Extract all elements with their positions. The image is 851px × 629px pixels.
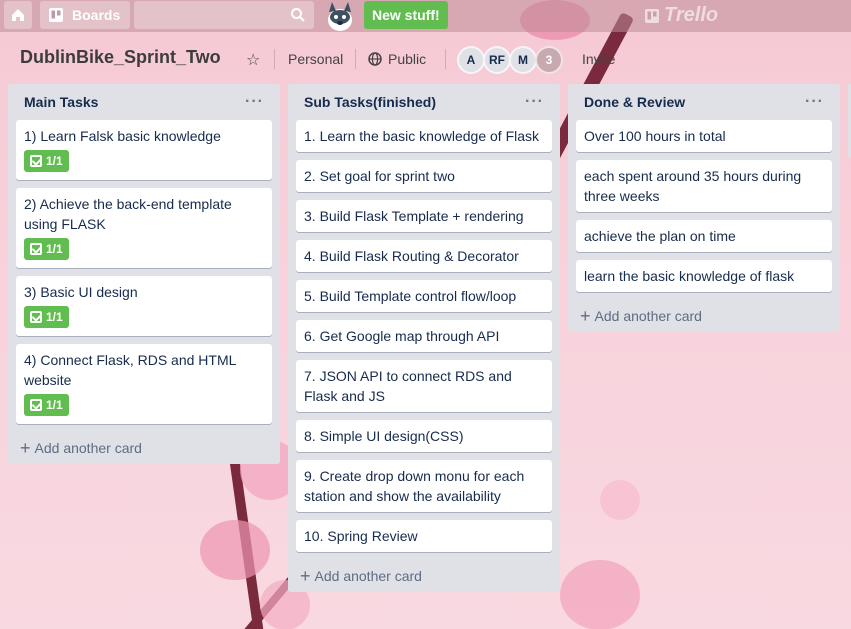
member-avatar[interactable]: RF (483, 46, 511, 74)
card-title: achieve the plan on time (584, 228, 736, 244)
card-title: 1) Learn Falsk basic knowledge (24, 128, 221, 144)
list-main-tasks: Main Tasks ··· 1) Learn Falsk basic know… (8, 84, 280, 464)
checklist-count: 1/1 (46, 154, 63, 168)
boards-button[interactable]: Boards (40, 1, 130, 29)
list-title[interactable]: Main Tasks (24, 94, 98, 110)
checklist-count: 1/1 (46, 242, 63, 256)
more-options-icon[interactable]: ··· (805, 93, 824, 111)
plus-icon: + (580, 306, 591, 326)
member-avatar[interactable]: A (457, 46, 485, 74)
trello-icon (645, 8, 659, 23)
checklist-icon (30, 399, 42, 411)
home-button[interactable] (4, 1, 32, 29)
checklist-count: 1/1 (46, 310, 63, 324)
search-input[interactable] (134, 1, 314, 29)
globe-icon (368, 52, 382, 66)
card-title: each spent around 35 hours during three … (584, 168, 802, 204)
card[interactable]: 2. Set goal for sprint two (296, 160, 552, 192)
boards-label: Boards (72, 7, 121, 23)
card-title: 1. Learn the basic knowledge of Flask (304, 128, 540, 144)
card-title: 10. Spring Review (304, 528, 418, 544)
plus-icon: + (20, 438, 31, 458)
card[interactable]: 2) Achieve the back-end template using F… (16, 188, 272, 268)
plus-icon: + (300, 566, 311, 586)
card[interactable]: 6. Get Google map through API (296, 320, 552, 352)
member-avatar[interactable]: M (509, 46, 537, 74)
home-icon (12, 9, 24, 21)
card[interactable]: 8. Simple UI design(CSS) (296, 420, 552, 452)
list-header: Done & Review ··· (576, 84, 832, 120)
card[interactable]: 10. Spring Review (296, 520, 552, 552)
card-title: 9. Create drop down monu for each statio… (304, 468, 525, 504)
list-sub-tasks: Sub Tasks(finished) ··· 1. Learn the bas… (288, 84, 560, 592)
card[interactable]: Over 100 hours in total (576, 120, 832, 152)
card[interactable]: 9. Create drop down monu for each statio… (296, 460, 552, 512)
board-header: DublinBike_Sprint_Two ☆ Personal Public … (0, 40, 851, 80)
visibility-button[interactable]: Public (368, 51, 426, 67)
card-title: 2) Achieve the back-end template using F… (24, 196, 232, 232)
new-stuff-button[interactable]: New stuff! (364, 1, 448, 29)
top-navigation-bar: Boards New stuff! Trello (0, 0, 851, 32)
add-card-button[interactable]: + Add another card (576, 300, 832, 332)
star-icon[interactable]: ☆ (246, 50, 260, 70)
checklist-icon (30, 243, 42, 255)
list-done-review: Done & Review ··· Over 100 hours in tota… (568, 84, 840, 332)
card-title: 6. Get Google map through API (304, 328, 500, 344)
boards-icon (49, 8, 63, 22)
card-title: 4) Connect Flask, RDS and HTML website (24, 352, 236, 388)
card[interactable]: 1) Learn Falsk basic knowledge 1/1 (16, 120, 272, 180)
add-card-label: Add another card (34, 440, 142, 456)
card[interactable]: 3. Build Flask Template + rendering (296, 200, 552, 232)
list-title[interactable]: Done & Review (584, 94, 685, 110)
list-header: Sub Tasks(finished) ··· (296, 84, 552, 120)
invite-button[interactable]: Invite (582, 51, 615, 67)
add-card-label: Add another card (314, 568, 422, 584)
checklist-badge: 1/1 (24, 150, 69, 172)
taco-mascot-icon (328, 2, 352, 31)
card[interactable]: each spent around 35 hours during three … (576, 160, 832, 212)
checklist-badge: 1/1 (24, 306, 69, 328)
card-title: Over 100 hours in total (584, 128, 726, 144)
search-icon (291, 8, 305, 22)
checklist-icon (30, 311, 42, 323)
card[interactable]: learn the basic knowledge of flask (576, 260, 832, 292)
checklist-icon (30, 155, 42, 167)
card[interactable]: 4) Connect Flask, RDS and HTML website 1… (16, 344, 272, 424)
more-options-icon[interactable]: ··· (525, 93, 544, 111)
card-title: 5. Build Template control flow/loop (304, 288, 517, 304)
card-title: 3) Basic UI design (24, 284, 138, 300)
checklist-badge: 1/1 (24, 394, 69, 416)
card[interactable]: achieve the plan on time (576, 220, 832, 252)
card-title: 2. Set goal for sprint two (304, 168, 455, 184)
card[interactable]: 7. JSON API to connect RDS and Flask and… (296, 360, 552, 412)
team-visibility-button[interactable]: Personal (288, 51, 343, 67)
add-card-label: Add another card (594, 308, 702, 324)
card-title: 3. Build Flask Template + rendering (304, 208, 524, 224)
divider (355, 49, 356, 69)
member-count-badge[interactable]: 3 (535, 46, 563, 74)
visibility-label: Public (388, 51, 427, 67)
more-options-icon[interactable]: ··· (245, 93, 264, 111)
card-title: 7. JSON API to connect RDS and Flask and… (304, 368, 512, 404)
checklist-count: 1/1 (46, 398, 63, 412)
card-title: 4. Build Flask Routing & Decorator (304, 248, 519, 264)
divider (445, 49, 446, 69)
card[interactable]: 1. Learn the basic knowledge of Flask (296, 120, 552, 152)
divider (274, 49, 275, 69)
list-title[interactable]: Sub Tasks(finished) (304, 94, 436, 110)
add-card-button[interactable]: + Add another card (296, 560, 552, 592)
card[interactable]: 5. Build Template control flow/loop (296, 280, 552, 312)
trello-logo[interactable]: Trello (644, 4, 718, 27)
trello-logo-text: Trello (664, 4, 719, 26)
checklist-badge: 1/1 (24, 238, 69, 260)
add-card-button[interactable]: + Add another card (16, 432, 272, 464)
card[interactable]: 3) Basic UI design 1/1 (16, 276, 272, 336)
list-header: Main Tasks ··· (16, 84, 272, 120)
card-title: learn the basic knowledge of flask (584, 268, 795, 284)
card-title: 8. Simple UI design(CSS) (304, 428, 464, 444)
board-title[interactable]: DublinBike_Sprint_Two (20, 47, 221, 68)
card[interactable]: 4. Build Flask Routing & Decorator (296, 240, 552, 272)
